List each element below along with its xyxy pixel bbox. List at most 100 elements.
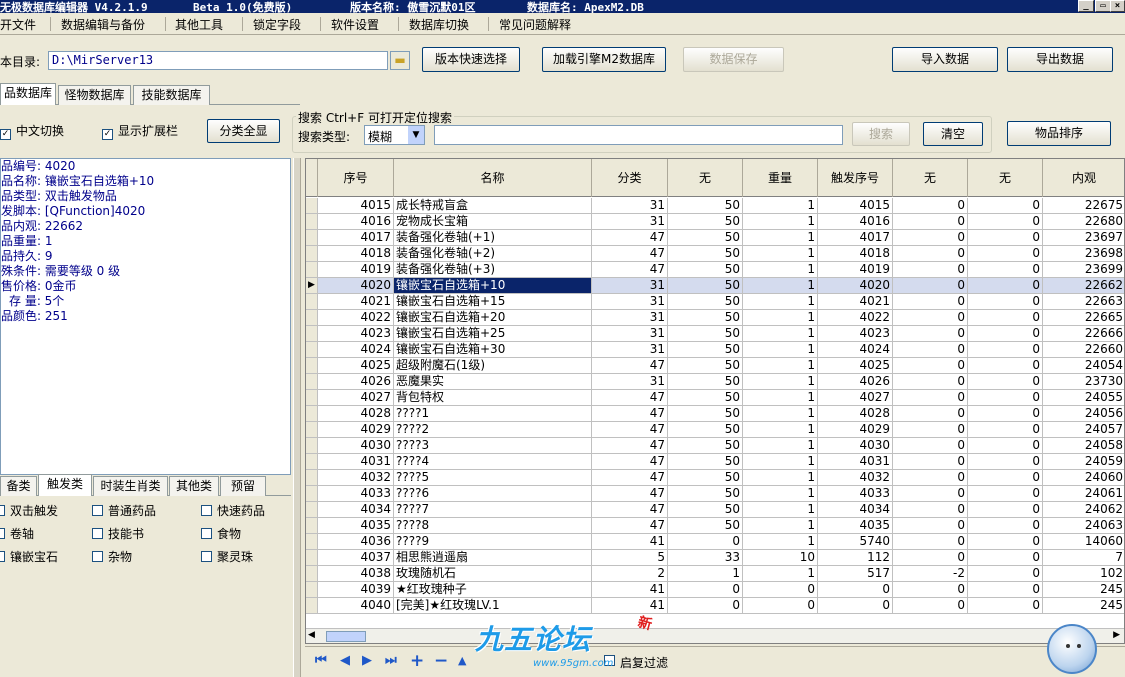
- table-row[interactable]: 4017 装备强化卷轴(+1) 47 50 1 4017 0 0 23697: [306, 230, 1124, 246]
- table-cell[interactable]: 4032: [318, 470, 394, 486]
- folder-icon[interactable]: ▬: [390, 51, 410, 70]
- table-cell[interactable]: 0: [968, 486, 1043, 502]
- cell-name[interactable]: 相思熊逍遥扇: [394, 550, 592, 566]
- table-cell[interactable]: 4019: [818, 262, 893, 278]
- table-cell[interactable]: 0: [893, 422, 968, 438]
- table-cell[interactable]: 1: [743, 326, 818, 342]
- search-type-select[interactable]: 模糊 ▼: [364, 125, 425, 145]
- table-cell[interactable]: 47: [592, 230, 668, 246]
- dir-input[interactable]: D:\MirServer13: [48, 51, 388, 70]
- row-indicator[interactable]: [306, 470, 318, 486]
- table-cell[interactable]: 50: [668, 246, 743, 262]
- cell-name[interactable]: 玫瑰随机石: [394, 566, 592, 582]
- quick-select-button[interactable]: 版本快速选择: [422, 47, 520, 72]
- delete-record-icon[interactable]: −: [434, 653, 448, 670]
- menu-file[interactable]: 开文件: [0, 16, 36, 33]
- table-row[interactable]: 4024 镶嵌宝石自选箱+30 31 50 1 4024 0 0 22660: [306, 342, 1124, 358]
- table-cell[interactable]: 1: [743, 262, 818, 278]
- table-cell[interactable]: 0: [968, 374, 1043, 390]
- clear-button[interactable]: 清空: [923, 122, 983, 146]
- cell-name[interactable]: 镶嵌宝石自选箱+25: [394, 326, 592, 342]
- cell-name[interactable]: ????6: [394, 486, 592, 502]
- table-cell[interactable]: 0: [968, 246, 1043, 262]
- table-cell[interactable]: 0: [893, 198, 968, 214]
- table-cell[interactable]: 50: [668, 422, 743, 438]
- table-cell[interactable]: 4032: [818, 470, 893, 486]
- scroll-thumb[interactable]: [326, 631, 366, 642]
- table-cell[interactable]: 50: [668, 390, 743, 406]
- search-input[interactable]: [434, 125, 843, 145]
- column-header[interactable]: 无: [893, 159, 968, 197]
- scroll-left-icon[interactable]: ◀: [308, 630, 315, 640]
- row-indicator[interactable]: [306, 454, 318, 470]
- table-row[interactable]: 4036 ????9 41 0 1 5740 0 0 14060: [306, 534, 1124, 550]
- cell-name[interactable]: 镶嵌宝石自选箱+10: [394, 278, 592, 294]
- table-row[interactable]: 4025 超级附魔石(1级) 47 50 1 4025 0 0 24054: [306, 358, 1124, 374]
- table-cell[interactable]: 47: [592, 486, 668, 502]
- table-cell[interactable]: 50: [668, 262, 743, 278]
- table-cell[interactable]: 4015: [818, 198, 893, 214]
- table-cell[interactable]: 4019: [318, 262, 394, 278]
- table-cell[interactable]: 31: [592, 278, 668, 294]
- column-header[interactable]: 触发序号: [818, 159, 893, 197]
- table-cell[interactable]: 0: [893, 534, 968, 550]
- table-cell[interactable]: 24059: [1043, 454, 1124, 470]
- table-cell[interactable]: 0: [968, 358, 1043, 374]
- table-cell[interactable]: 0: [818, 598, 893, 614]
- table-cell[interactable]: 4028: [818, 406, 893, 422]
- save-data-button[interactable]: 数据保存: [683, 47, 784, 72]
- table-cell[interactable]: 0: [968, 214, 1043, 230]
- table-row[interactable]: 4034 ????7 47 50 1 4034 0 0 24062: [306, 502, 1124, 518]
- tab-other[interactable]: 其他类: [169, 476, 219, 496]
- table-cell[interactable]: 24063: [1043, 518, 1124, 534]
- tab-trigger[interactable]: 触发类: [38, 474, 92, 496]
- table-cell[interactable]: 4022: [318, 310, 394, 326]
- edit-record-icon[interactable]: ▲: [458, 655, 466, 667]
- table-cell[interactable]: 1: [743, 198, 818, 214]
- table-cell[interactable]: 0: [968, 230, 1043, 246]
- close-button[interactable]: ×: [1110, 0, 1125, 12]
- table-cell[interactable]: 1: [743, 230, 818, 246]
- row-indicator[interactable]: [306, 518, 318, 534]
- table-cell[interactable]: 102: [1043, 566, 1124, 582]
- table-cell[interactable]: 4038: [318, 566, 394, 582]
- column-header[interactable]: 内观: [1043, 159, 1124, 197]
- check-normal-potion[interactable]: 普通药品: [92, 504, 156, 518]
- cell-name[interactable]: 恶魔果实: [394, 374, 592, 390]
- row-indicator[interactable]: [306, 230, 318, 246]
- table-cell[interactable]: 4035: [318, 518, 394, 534]
- table-cell[interactable]: 4024: [818, 342, 893, 358]
- table-cell[interactable]: 50: [668, 358, 743, 374]
- table-cell[interactable]: 0: [893, 374, 968, 390]
- cell-name[interactable]: 宠物成长宝箱: [394, 214, 592, 230]
- table-cell[interactable]: 245: [1043, 582, 1124, 598]
- cell-name[interactable]: 背包特权: [394, 390, 592, 406]
- table-cell[interactable]: 4018: [318, 246, 394, 262]
- column-header[interactable]: 无: [968, 159, 1043, 197]
- row-indicator[interactable]: [306, 582, 318, 598]
- table-cell[interactable]: 22666: [1043, 326, 1124, 342]
- table-cell[interactable]: 50: [668, 294, 743, 310]
- table-cell[interactable]: 22663: [1043, 294, 1124, 310]
- table-cell[interactable]: 1: [743, 390, 818, 406]
- cell-name[interactable]: ????3: [394, 438, 592, 454]
- table-cell[interactable]: 0: [968, 294, 1043, 310]
- table-cell[interactable]: 24054: [1043, 358, 1124, 374]
- last-record-icon[interactable]: ⏭: [385, 654, 397, 667]
- table-row[interactable]: 4018 装备强化卷轴(+2) 47 50 1 4018 0 0 23698: [306, 246, 1124, 262]
- table-cell[interactable]: 23730: [1043, 374, 1124, 390]
- row-indicator[interactable]: [306, 342, 318, 358]
- first-record-icon[interactable]: ⏮: [315, 654, 327, 667]
- table-cell[interactable]: 24058: [1043, 438, 1124, 454]
- table-cell[interactable]: 0: [968, 470, 1043, 486]
- table-cell[interactable]: 14060: [1043, 534, 1124, 550]
- table-cell[interactable]: 0: [968, 278, 1043, 294]
- row-indicator[interactable]: [306, 358, 318, 374]
- table-cell[interactable]: 0: [893, 246, 968, 262]
- table-cell[interactable]: 245: [1043, 598, 1124, 614]
- table-cell[interactable]: 31: [592, 326, 668, 342]
- sort-items-button[interactable]: 物品排序: [1007, 121, 1111, 146]
- row-indicator[interactable]: ▶: [306, 278, 318, 294]
- tab-fashion[interactable]: 时装生肖类: [93, 476, 168, 496]
- column-header[interactable]: 名称: [394, 159, 592, 197]
